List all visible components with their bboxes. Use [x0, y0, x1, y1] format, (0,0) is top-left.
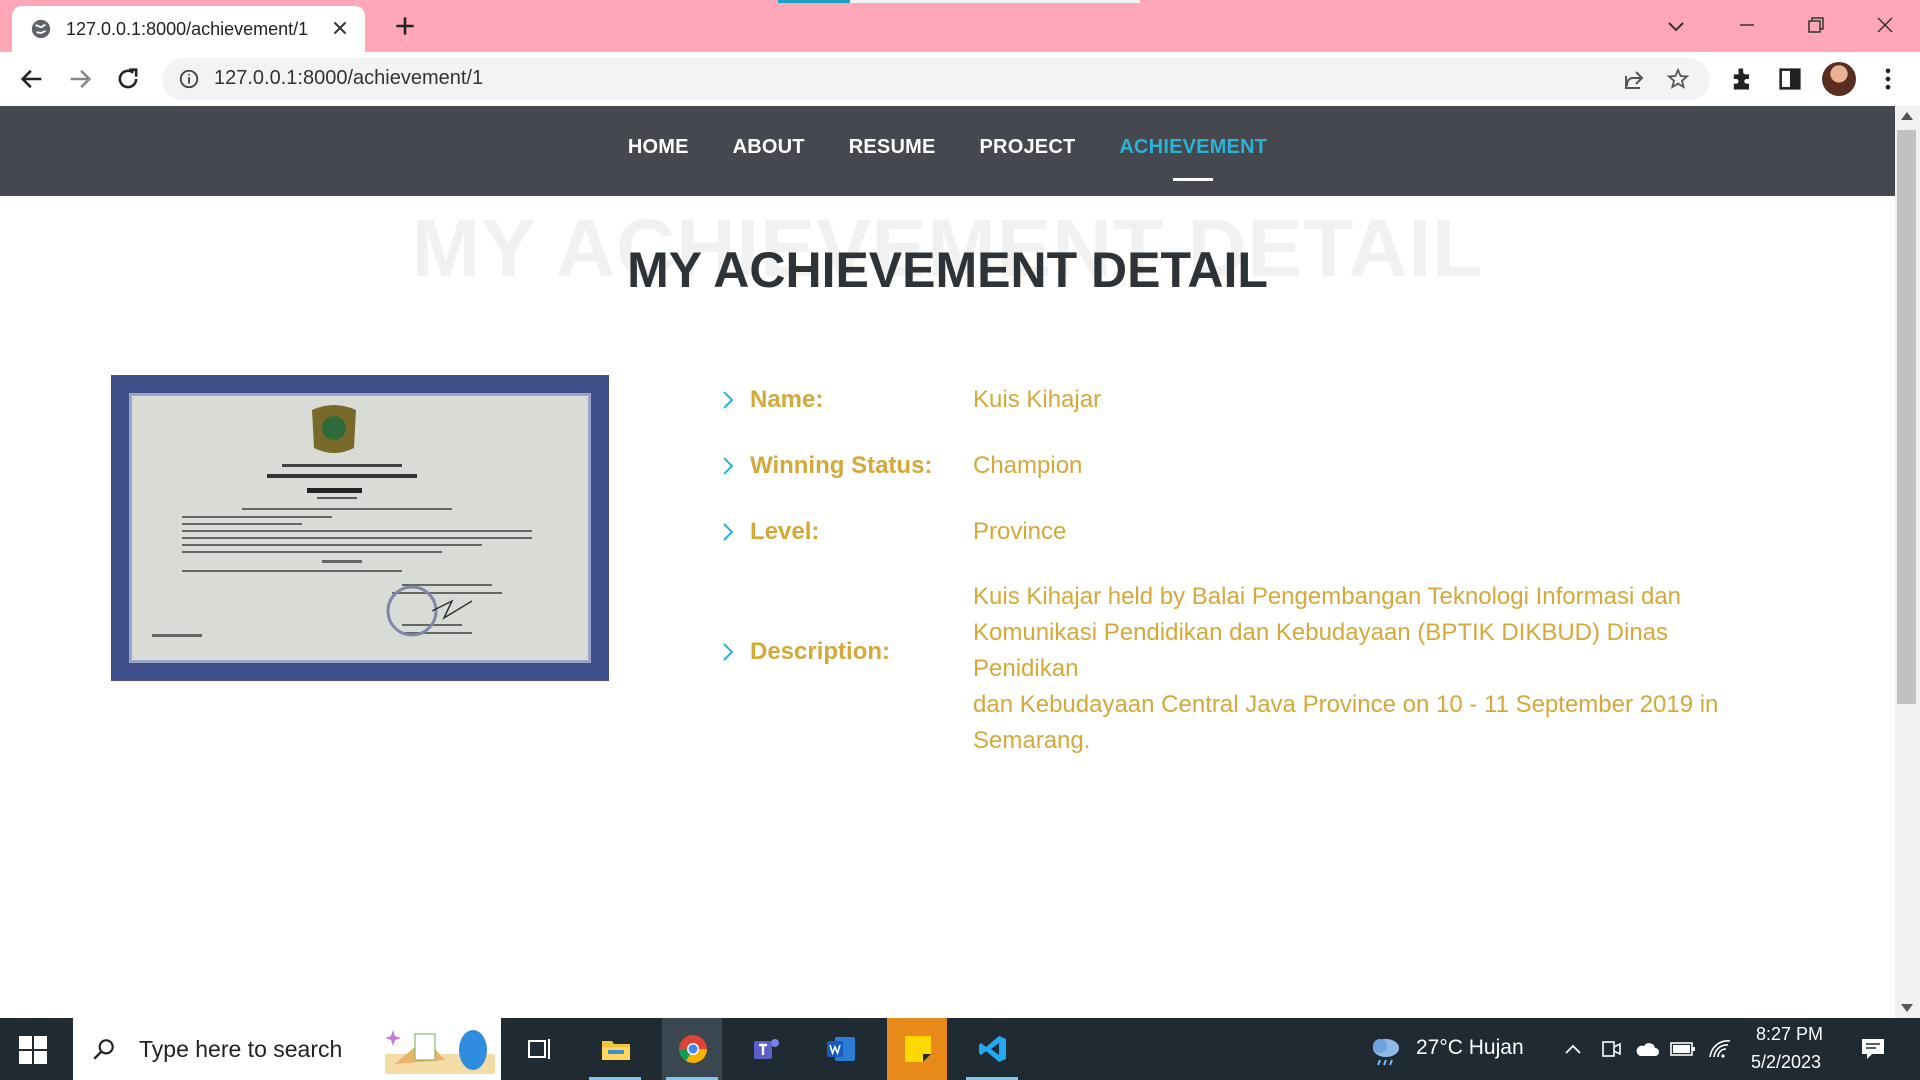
extensions-icon[interactable]	[1728, 65, 1756, 93]
detail-label: Description:	[750, 638, 891, 665]
taskbar-word[interactable]	[810, 1018, 870, 1080]
onedrive-cloud-icon[interactable]	[1634, 1038, 1660, 1060]
notification-center-icon[interactable]	[1858, 1034, 1888, 1064]
loading-indicator-track	[850, 0, 1140, 3]
taskbar-task-view[interactable]	[508, 1018, 568, 1080]
chrome-icon	[679, 1035, 707, 1063]
file-explorer-icon	[602, 1041, 630, 1060]
scrollbar-thumb[interactable]	[1897, 130, 1916, 704]
url-text: 127.0.0.1:8000/achievement/1	[214, 67, 484, 89]
detail-row-level: Level: Province	[720, 518, 1066, 546]
chevron-right-icon	[723, 523, 734, 541]
forward-icon[interactable]	[66, 65, 94, 93]
loading-indicator	[778, 0, 850, 3]
close-tab-icon[interactable]	[329, 17, 351, 39]
site-info-icon[interactable]	[178, 68, 200, 90]
teams-icon	[754, 1039, 779, 1059]
weather-text[interactable]: 27°C Hujan	[1416, 1036, 1524, 1060]
detail-row-winning-status: Winning Status: Champion	[720, 452, 1082, 480]
minimize-icon[interactable]	[1732, 10, 1762, 40]
weather-rain-icon[interactable]	[1368, 1032, 1404, 1068]
reload-icon[interactable]	[114, 65, 142, 93]
page-viewport: HOME ABOUT RESUME PROJECT ACHIEVEMENT MY…	[0, 106, 1895, 1018]
detail-label: Level:	[750, 518, 820, 545]
windows-start-icon[interactable]	[18, 1035, 48, 1065]
windows-taskbar: Type here to search 27°C Hujan 8:27 PM 5…	[0, 1018, 1920, 1080]
taskbar-vscode[interactable]	[962, 1018, 1022, 1080]
browser-tab[interactable]: 127.0.0.1:8000/achievement/1	[12, 6, 365, 52]
taskbar-chrome[interactable]	[662, 1018, 722, 1080]
address-bar[interactable]: 127.0.0.1:8000/achievement/1	[162, 58, 1710, 100]
nav-about[interactable]: ABOUT	[733, 136, 805, 159]
detail-value: Province	[973, 518, 1067, 545]
wifi-icon[interactable]	[1708, 1037, 1732, 1061]
nav-achievement[interactable]: ACHIEVEMENT	[1119, 136, 1267, 181]
page-title: MY ACHIEVEMENT DETAIL	[627, 242, 1268, 298]
vscode-icon	[979, 1036, 1006, 1062]
description-line: Semarang.	[973, 727, 1091, 754]
detail-label: Name:	[750, 386, 824, 413]
chevron-right-icon	[723, 391, 734, 409]
tab-title: 127.0.0.1:8000/achievement/1	[66, 18, 309, 39]
chevron-right-icon	[723, 457, 734, 475]
description-line: Komunikasi Pendidikan dan Kebudayaan (BP…	[973, 619, 1669, 682]
description-line: dan Kebudayaan Central Java Province on …	[973, 691, 1719, 718]
detail-value: Champion	[973, 452, 1083, 479]
taskbar-file-explorer[interactable]	[585, 1018, 645, 1080]
detail-row-name: Name: Kuis Kihajar	[720, 386, 1101, 414]
browser-chrome: 127.0.0.1:8000/achievement/1 127.0.0.1:8…	[0, 0, 1920, 106]
clock-date[interactable]: 5/2/2023	[1751, 1052, 1821, 1073]
chevron-right-icon	[723, 643, 734, 661]
more-menu-icon[interactable]	[1874, 65, 1902, 93]
chevron-up-icon[interactable]	[1562, 1038, 1584, 1060]
nav-home[interactable]: HOME	[628, 136, 689, 159]
battery-icon[interactable]	[1670, 1039, 1696, 1059]
side-panel-icon[interactable]	[1776, 65, 1804, 93]
restore-icon[interactable]	[1801, 10, 1831, 40]
site-navbar: HOME ABOUT RESUME PROJECT ACHIEVEMENT	[0, 106, 1895, 196]
meet-now-icon[interactable]	[1600, 1037, 1622, 1061]
taskbar-sticky-notes[interactable]	[887, 1018, 947, 1080]
task-view-icon	[528, 1039, 550, 1059]
sticky-notes-icon	[905, 1036, 931, 1062]
scroll-down-arrow-icon[interactable]	[1901, 1004, 1913, 1012]
tab-search-chevron-icon[interactable]	[1664, 14, 1688, 38]
close-window-icon[interactable]	[1870, 10, 1900, 40]
search-placeholder: Type here to search	[139, 1035, 343, 1062]
scroll-up-arrow-icon[interactable]	[1901, 112, 1913, 120]
search-icon	[93, 1039, 114, 1060]
nav-project[interactable]: PROJECT	[980, 136, 1076, 159]
bookmark-star-icon[interactable]	[1666, 67, 1690, 91]
certificate-image	[111, 375, 609, 681]
taskbar-search-box[interactable]: Type here to search	[73, 1018, 501, 1080]
nav-menu: HOME ABOUT RESUME PROJECT ACHIEVEMENT	[0, 136, 1895, 181]
nav-resume[interactable]: RESUME	[849, 136, 936, 159]
detail-value: Kuis Kihajar	[973, 386, 1102, 413]
back-icon[interactable]	[18, 65, 46, 93]
globe-icon	[31, 19, 51, 39]
detail-row-description: Description:	[720, 638, 980, 666]
detail-label: Winning Status:	[750, 452, 933, 479]
profile-avatar[interactable]	[1822, 62, 1856, 96]
search-highlight-illustration-icon	[385, 1030, 495, 1074]
description-text: Kuis Kihajar held by Balai Pengembangan …	[973, 579, 1773, 759]
clock-time[interactable]: 8:27 PM	[1756, 1024, 1823, 1045]
new-tab-icon[interactable]	[392, 13, 418, 39]
word-icon	[827, 1037, 855, 1061]
taskbar-teams[interactable]	[735, 1018, 795, 1080]
share-icon[interactable]	[1622, 68, 1646, 92]
certificate-content-illustration	[152, 405, 532, 637]
browser-toolbar: 127.0.0.1:8000/achievement/1	[0, 52, 1920, 106]
certificate-paper	[129, 393, 591, 663]
description-line: Kuis Kihajar held by Balai Pengembangan …	[973, 583, 1682, 610]
